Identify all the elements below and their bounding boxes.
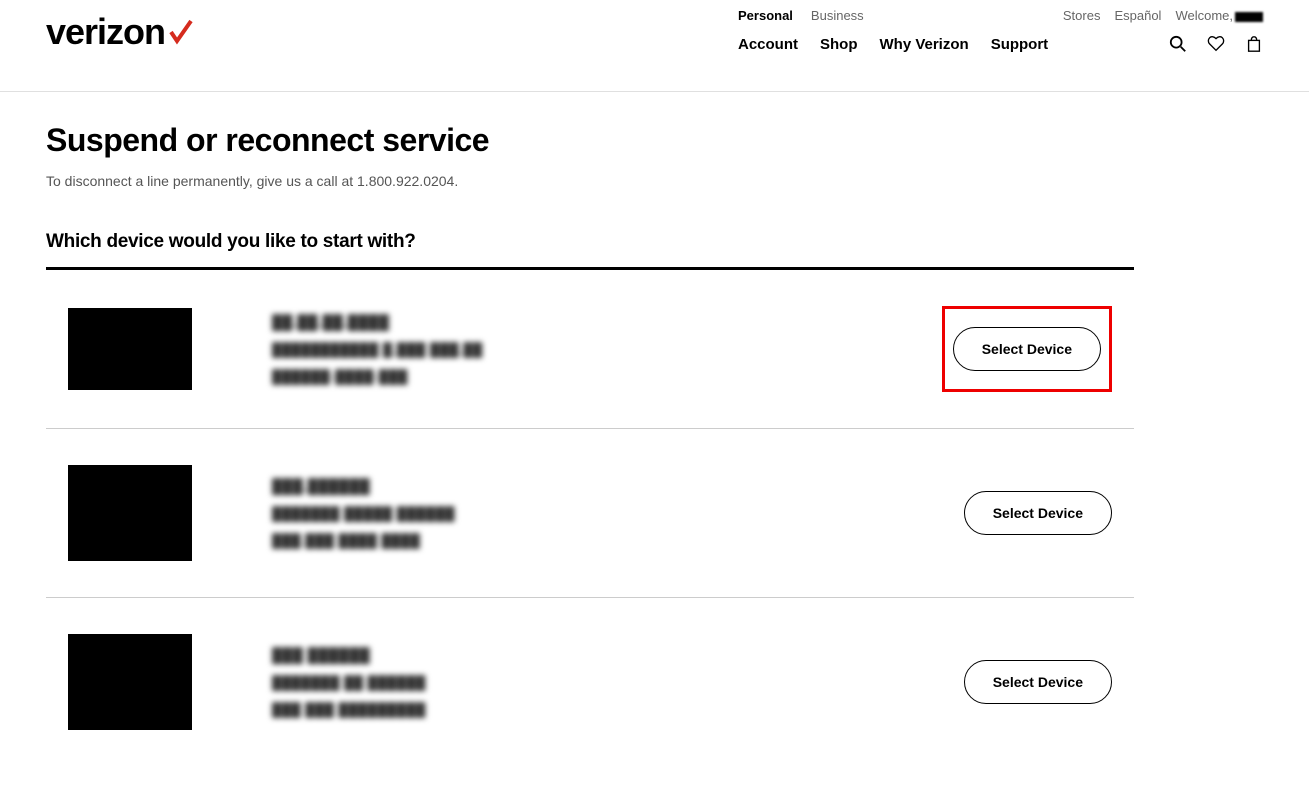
logo-text: verizon (46, 14, 165, 50)
device-row: ███.██████ ███████ █████ ██████ ███.███ … (46, 429, 1134, 598)
page-subtitle: To disconnect a line permanently, give u… (46, 173, 1134, 189)
device-number: ███ ███ █████████ (272, 702, 426, 717)
main-content: Suspend or reconnect service To disconne… (0, 92, 1180, 796)
device-info: ███.██████ ███████ █████ ██████ ███.███ … (272, 478, 455, 548)
select-device-button[interactable]: Select Device (953, 327, 1101, 371)
check-icon (167, 19, 195, 50)
device-row: ███ ██████ ███████ ██ ██████ ███ ███ ███… (46, 598, 1134, 766)
device-model: ███████ ██ ██████ (272, 675, 426, 690)
nav-account[interactable]: Account (738, 36, 798, 53)
page-title: Suspend or reconnect service (46, 122, 1134, 159)
redacted-username (1235, 12, 1263, 22)
device-name: ███ ██████ (272, 647, 426, 663)
tab-personal[interactable]: Personal (738, 8, 793, 23)
device-thumbnail (68, 634, 192, 730)
device-number: ██████-████-███ (272, 369, 483, 384)
bag-icon[interactable] (1245, 35, 1263, 53)
device-name: ██.██.██.████ (272, 314, 483, 330)
device-thumbnail (68, 308, 192, 390)
device-model: ███████ █████ ██████ (272, 506, 455, 521)
select-device-button[interactable]: Select Device (964, 660, 1112, 704)
select-device-wrap: Select Device (964, 660, 1112, 704)
nav-support[interactable]: Support (991, 36, 1049, 53)
device-info: ███ ██████ ███████ ██ ██████ ███ ███ ███… (272, 647, 426, 717)
nav-why-verizon[interactable]: Why Verizon (880, 36, 969, 53)
section-header: Which device would you like to start wit… (46, 231, 1134, 270)
tab-business[interactable]: Business (811, 8, 864, 23)
site-header: verizon Personal Business Stores Español… (0, 0, 1309, 92)
select-device-wrap: Select Device (964, 491, 1112, 535)
device-number: ███.███ ████ ████ (272, 533, 455, 548)
device-name: ███.██████ (272, 478, 455, 494)
main-nav: Account Shop Why Verizon Support (738, 36, 1048, 53)
nav-shop[interactable]: Shop (820, 36, 858, 53)
link-stores[interactable]: Stores (1063, 8, 1101, 23)
device-row: ██.██.██.████ ███████████ █,███ ███,██ █… (46, 270, 1134, 429)
heart-icon[interactable] (1207, 35, 1225, 53)
device-thumbnail (68, 465, 192, 561)
device-info: ██.██.██.████ ███████████ █,███ ███,██ █… (272, 314, 483, 384)
verizon-logo[interactable]: verizon (46, 14, 195, 50)
device-model: ███████████ █,███ ███,██ (272, 342, 483, 357)
select-device-button[interactable]: Select Device (964, 491, 1112, 535)
select-device-highlight: Select Device (942, 306, 1112, 392)
link-espanol[interactable]: Español (1114, 8, 1161, 23)
search-icon[interactable] (1169, 35, 1187, 53)
link-welcome[interactable]: Welcome, (1175, 8, 1263, 23)
